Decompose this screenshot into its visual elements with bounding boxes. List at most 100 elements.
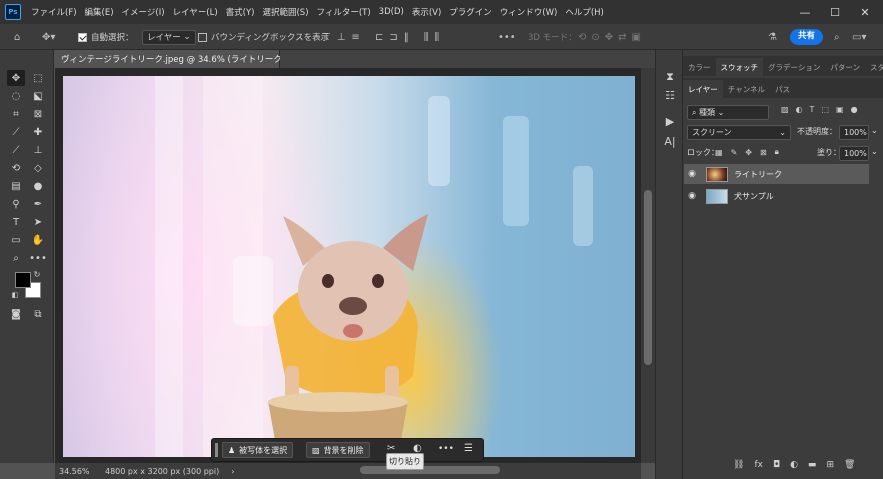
hand-tool-icon[interactable]: ✋: [29, 232, 47, 248]
tab-paths[interactable]: パス: [770, 80, 795, 98]
history-brush-icon[interactable]: ⟲: [7, 160, 25, 176]
close-button[interactable]: ✕: [850, 0, 880, 24]
foreground-color-front[interactable]: [15, 272, 31, 288]
pen-tool-icon[interactable]: ✒: [29, 196, 47, 212]
search-icon[interactable]: ⌕: [834, 29, 840, 45]
tab-color[interactable]: カラー: [683, 58, 716, 76]
dodge-tool-icon[interactable]: ⚲: [7, 196, 25, 212]
layer-row[interactable]: ◉ 犬サンプル: [684, 186, 869, 206]
remove-background-button[interactable]: ▨ 背景を削除: [306, 442, 370, 458]
frame-tool-icon[interactable]: ⊠: [29, 106, 47, 122]
drag-handle[interactable]: [215, 443, 218, 457]
rectangle-tool-icon[interactable]: ▭: [7, 232, 25, 248]
horizontal-scroll-thumb[interactable]: [360, 466, 500, 474]
tab-patterns[interactable]: パターン: [825, 58, 865, 76]
maximize-button[interactable]: ☐: [820, 0, 850, 24]
gradient-tool-icon[interactable]: ▤: [7, 178, 25, 194]
brush-tool-icon[interactable]: ⟋: [7, 142, 25, 158]
eyedropper-icon[interactable]: ⟋: [7, 124, 25, 140]
screen-mode-icon[interactable]: ⧉: [29, 306, 47, 322]
more-actions-icon[interactable]: •••: [438, 444, 454, 454]
layer-row[interactable]: ◉ ライトリーク: [684, 164, 869, 184]
menu-file[interactable]: ファイル(F): [27, 6, 81, 18]
menu-edit[interactable]: 編集(E): [81, 6, 118, 18]
menu-select[interactable]: 選択範囲(S): [258, 6, 312, 18]
object-select-icon[interactable]: ⬕: [29, 88, 47, 104]
document-image[interactable]: [63, 76, 635, 457]
auto-select-checkbox[interactable]: [78, 32, 87, 42]
lock-icons[interactable]: ▦ ✎ ✥ ⊠ 🔒︎: [715, 147, 779, 157]
lock-pixels-icon[interactable]: ✎: [731, 148, 738, 157]
tab-gradients[interactable]: グラデーション: [763, 58, 825, 76]
shape-filter-icon[interactable]: ⬚: [821, 105, 829, 114]
menu-view[interactable]: 表示(V): [408, 6, 445, 18]
minimize-button[interactable]: —: [790, 0, 820, 24]
pixel-filter-icon[interactable]: ▨: [781, 105, 789, 114]
layer-filter-icons[interactable]: ▨ ◐ T ⬚ ▣ ●: [781, 105, 858, 114]
history-panel-icon[interactable]: ⧗: [661, 68, 679, 86]
zoom-tool-icon[interactable]: ⌕: [7, 250, 25, 266]
fill-field[interactable]: 100%: [839, 146, 869, 161]
menu-filter[interactable]: フィルター(T): [313, 6, 375, 18]
healing-brush-icon[interactable]: ✚: [29, 124, 47, 140]
menu-window[interactable]: ウィンドウ(W): [496, 6, 562, 18]
status-menu-arrow[interactable]: ›: [231, 467, 234, 476]
eraser-icon[interactable]: ◇: [29, 160, 47, 176]
fx-icon[interactable]: fx: [754, 460, 763, 476]
layer-name[interactable]: 犬サンプル: [734, 191, 774, 202]
add-mask-icon[interactable]: ◘: [773, 460, 780, 476]
menu-layer[interactable]: レイヤー(L): [169, 6, 222, 18]
opacity-field[interactable]: 100%: [839, 125, 869, 140]
menu-image[interactable]: イメージ(I): [118, 6, 169, 18]
swap-colors-icon[interactable]: ↻: [32, 269, 42, 279]
lock-transparency-icon[interactable]: ▦: [715, 148, 723, 157]
adjustment-layer-icon[interactable]: ◐: [790, 460, 798, 476]
filter-kind-dropdown[interactable]: ⌕ 種類 ⌄: [687, 105, 769, 120]
blend-mode-dropdown[interactable]: スクリーン ⌄: [687, 125, 791, 140]
align-icons[interactable]: ⊤⊥≡ ⊏⊐‖ ⫼⫼: [322, 29, 445, 45]
new-layer-icon[interactable]: ⊞: [826, 460, 834, 476]
path-select-icon[interactable]: ➤: [29, 214, 47, 230]
menu-3d[interactable]: 3D(D): [375, 7, 408, 17]
new-group-icon[interactable]: ▬: [808, 460, 817, 476]
auto-select-option[interactable]: 自動選択：: [78, 29, 134, 45]
tab-swatches[interactable]: スウォッチ: [715, 58, 763, 76]
lock-position-icon[interactable]: ✥: [745, 148, 752, 157]
actions-play-icon[interactable]: ▶: [661, 112, 679, 130]
menu-plugins[interactable]: プラグイン: [445, 6, 496, 18]
adjustments-panel-icon[interactable]: ☷: [661, 86, 679, 104]
workspace-icon[interactable]: ▭▾: [852, 29, 866, 45]
type-filter-icon[interactable]: T: [810, 105, 815, 114]
lock-artboard-icon[interactable]: ⊠: [760, 148, 767, 157]
clone-stamp-icon[interactable]: ⊥: [29, 142, 47, 158]
tab-channels[interactable]: チャンネル: [723, 80, 770, 98]
layer-dropdown[interactable]: レイヤー ⌄: [142, 29, 196, 45]
smart-object-filter-icon[interactable]: ▣: [836, 105, 844, 114]
layer-name[interactable]: ライトリーク: [734, 169, 782, 180]
more-options-icon[interactable]: •••: [498, 29, 516, 45]
move-tool-icon[interactable]: ✥▾: [42, 29, 55, 45]
more-tools-icon[interactable]: •••: [29, 250, 47, 266]
character-panel-icon[interactable]: A|: [661, 132, 679, 150]
share-button[interactable]: 共有: [790, 29, 824, 45]
marquee-tool-icon[interactable]: ⬚: [29, 70, 47, 86]
type-tool-icon[interactable]: T: [7, 214, 25, 230]
tab-layers[interactable]: レイヤー: [683, 80, 723, 98]
quick-mask-icon[interactable]: ◙: [7, 306, 25, 322]
opacity-arrow-icon[interactable]: ⌄: [871, 126, 878, 135]
move-tool-icon[interactable]: ✥: [7, 70, 25, 86]
menu-type[interactable]: 書式(Y): [222, 6, 259, 18]
lasso-tool-icon[interactable]: ◌: [7, 88, 25, 104]
lock-all-icon[interactable]: 🔒︎: [775, 147, 779, 157]
crop-tool-icon[interactable]: ⌗: [7, 106, 25, 122]
bbox-option[interactable]: バウンディングボックスを表示: [198, 29, 329, 45]
home-icon[interactable]: ⌂: [14, 29, 20, 45]
visibility-eye-icon[interactable]: ◉: [684, 191, 700, 201]
blur-tool-icon[interactable]: ●: [29, 178, 47, 194]
default-colors-icon[interactable]: ◧: [10, 290, 20, 300]
select-subject-button[interactable]: ♟ 被写体を選択: [222, 442, 294, 458]
visibility-eye-icon[interactable]: ◉: [684, 169, 700, 179]
adjustment-filter-icon[interactable]: ◐: [796, 105, 803, 114]
delete-layer-icon[interactable]: 🗑︎: [844, 460, 855, 476]
vertical-scroll-thumb[interactable]: [644, 190, 652, 365]
